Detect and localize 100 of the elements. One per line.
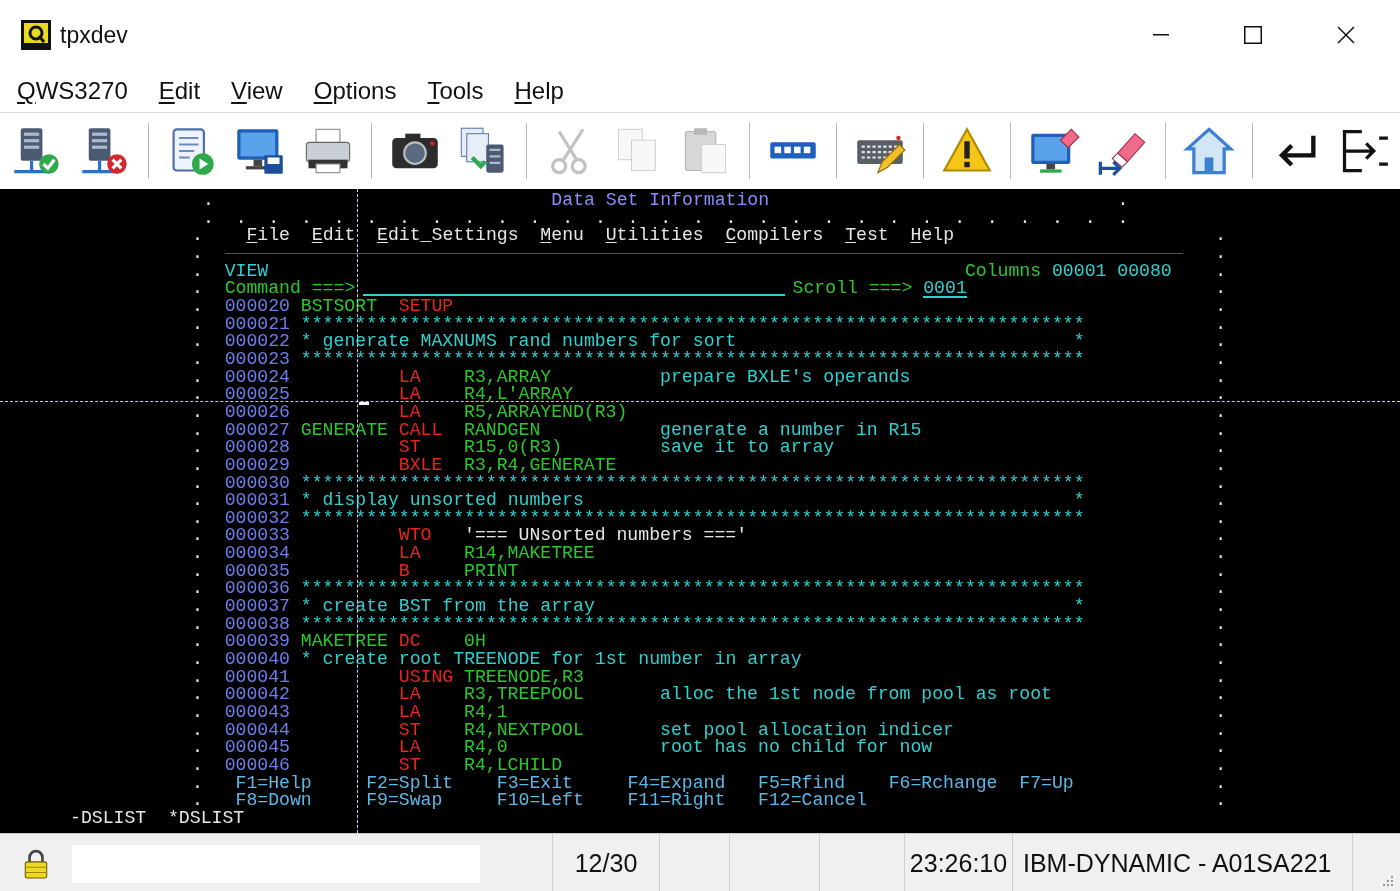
minimize-icon[interactable]	[1153, 34, 1169, 36]
comment-end: *	[1073, 333, 1085, 351]
panel-menu-item[interactable]: Compilers	[725, 227, 824, 245]
function-key[interactable]: F3=Exit	[496, 774, 628, 793]
app-menu-item[interactable]: QWS3270	[17, 77, 128, 105]
function-key[interactable]: F10=Left	[496, 792, 628, 810]
panel-dot: .	[192, 421, 203, 440]
panel-menu-item[interactable]: File	[246, 227, 290, 245]
app-menu-item[interactable]: Options	[313, 77, 397, 105]
session-window-label[interactable]: *DSLIST	[167, 809, 245, 828]
panel-dot: .	[1215, 333, 1227, 351]
close-icon[interactable]	[1337, 26, 1355, 44]
line-number: 000038	[224, 615, 290, 634]
panel-dot: .	[192, 280, 203, 298]
panel-dot: .	[192, 651, 203, 669]
function-key[interactable]: F7=Up	[1019, 774, 1150, 793]
panel-dot: .	[192, 580, 203, 599]
panel-dot: .	[192, 757, 203, 775]
panel-dot: .	[1215, 562, 1227, 581]
panel-menu-item[interactable]: Edit_Settings	[377, 227, 519, 245]
panel-dot: .	[1215, 686, 1227, 705]
panel-dot: .	[192, 474, 203, 493]
cursor-position: 12/30	[553, 834, 660, 891]
code-comment: * generate MAXNUMS rand numbers for sort	[300, 333, 737, 351]
panel-dot: .	[192, 333, 203, 351]
maximize-icon[interactable]	[1244, 26, 1262, 44]
panel-dot: .	[1215, 704, 1227, 722]
asterisk-rule: ************************************************************************	[300, 474, 1085, 493]
line-number: 000045	[224, 739, 290, 757]
panel-dot: .	[1215, 439, 1227, 457]
panel-dot: .	[203, 192, 214, 210]
panel-dot: .	[1215, 456, 1227, 475]
function-key[interactable]: F1=Help	[235, 774, 367, 793]
scroll-label: Scroll ===>	[792, 280, 913, 298]
app-icon	[20, 19, 52, 51]
resize-grip-icon[interactable]	[1382, 875, 1394, 887]
panel-dot: .	[1215, 598, 1227, 616]
panel-dot: .	[192, 262, 203, 281]
panel-dot: .	[1215, 615, 1227, 634]
panel-dot: .	[192, 509, 203, 528]
line-number: 000034	[224, 545, 290, 563]
line-number: 000042	[224, 686, 290, 705]
function-key[interactable]: F11=Right	[627, 792, 758, 810]
panel-dot: .	[1215, 280, 1227, 298]
line-number: 000020	[224, 297, 290, 316]
panel-menu-item[interactable]: Utilities	[605, 227, 704, 245]
panel-menu-item[interactable]: Test	[845, 227, 889, 245]
panel-menu-item[interactable]: Help	[910, 227, 955, 245]
panel-dot: .	[1215, 792, 1227, 810]
asterisk-rule: ************************************************************************	[300, 315, 1085, 334]
code-label: MAKETREE	[300, 631, 388, 652]
function-key[interactable]: F5=Rfind	[758, 774, 889, 793]
panel-dot: .	[1215, 545, 1227, 563]
line-number: 000023	[224, 350, 290, 369]
line-number: 000041	[224, 668, 290, 687]
panel-dot: .	[192, 774, 203, 793]
line-number: 000039	[224, 633, 290, 652]
panel-dot: .	[1215, 739, 1227, 757]
line-number: 000031	[224, 492, 290, 510]
app-menu-item[interactable]: Tools	[427, 77, 484, 105]
line-number: 000021	[224, 315, 290, 334]
code-label: GENERATE	[300, 419, 388, 440]
panel-dot: .	[192, 686, 203, 705]
function-key[interactable]: F6=Rchange	[888, 774, 1020, 793]
session-name: IBM-DYNAMIC - A01SA221	[1013, 834, 1353, 891]
function-key[interactable]: F9=Swap	[366, 792, 497, 810]
function-key[interactable]: F2=Split	[366, 774, 497, 793]
panel-menu-item[interactable]: Menu	[540, 227, 584, 245]
scroll-field[interactable]: 0001	[923, 280, 967, 299]
code-opcode: ST	[398, 755, 421, 775]
app-menu-item[interactable]: Edit	[158, 77, 201, 105]
app-menu-item[interactable]: View	[231, 77, 283, 105]
panel-dot: .	[192, 227, 203, 245]
panel-dot: .	[192, 297, 203, 316]
app-menu-item[interactable]: Help	[514, 77, 564, 105]
panel-menu-item[interactable]: Edit	[311, 227, 356, 245]
panel-dot: .	[192, 368, 203, 387]
comment-end: *	[1073, 598, 1085, 616]
line-number: 000036	[224, 580, 290, 599]
panel-dot: .	[192, 704, 203, 722]
function-key[interactable]: F8=Down	[235, 792, 367, 810]
line-number: 000025	[224, 386, 290, 404]
window-title: tpxdev	[60, 21, 128, 49]
panel-dot: .	[192, 562, 203, 581]
code-operands: RANDGEN	[464, 419, 541, 440]
columns-value: 00001 00080	[1052, 260, 1172, 281]
session-window-label[interactable]: -DSLIST	[70, 809, 147, 828]
code-opcode: CALL	[398, 419, 443, 440]
panel-dot: .	[192, 739, 203, 757]
asterisk-rule: ************************************************************************	[300, 580, 1085, 599]
function-key[interactable]: F12=Cancel	[758, 792, 889, 810]
code-remark: set pool allocation indicer	[660, 719, 954, 740]
line-number: 000028	[224, 439, 290, 457]
code-operands: R15,0(R3)	[464, 437, 563, 458]
panel-dot: .	[192, 633, 203, 652]
code-remark: prepare BXLE's operands	[660, 366, 911, 387]
panel-dot: .	[1215, 262, 1227, 281]
code-opcode: DC	[398, 631, 421, 652]
panel-dot: .	[192, 527, 203, 546]
function-key[interactable]: F4=Expand	[627, 774, 758, 793]
